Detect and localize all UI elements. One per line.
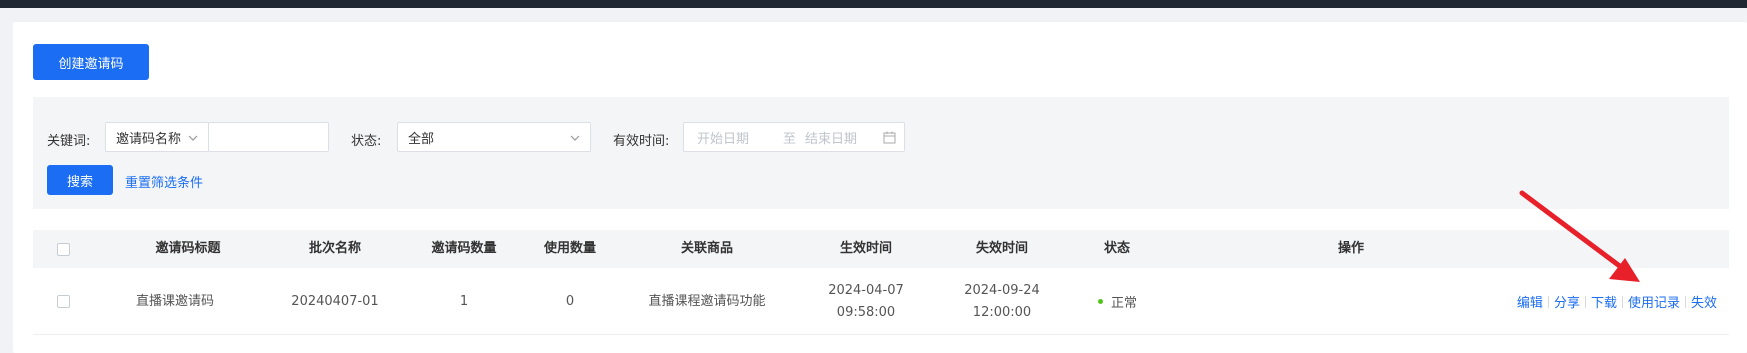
usage-records-action[interactable]: 使用记录	[1628, 292, 1680, 311]
valid-time-label: 有效时间:	[613, 134, 670, 149]
row-checkbox[interactable]	[57, 295, 70, 308]
keyword-input[interactable]	[208, 122, 329, 152]
table-header: 邀请码标题 批次名称 邀请码数量 使用数量 关联商品 生效时间 失效时间 状态 …	[33, 230, 1729, 268]
row-actions: 编辑 分享 下载 使用记录 失效	[1517, 268, 1717, 335]
date-range-picker[interactable]: 开始日期 至 结束日期	[683, 122, 905, 152]
column-header: 使用数量	[543, 241, 597, 256]
column-header: 生效时间	[839, 241, 893, 256]
invalidate-action[interactable]: 失效	[1691, 292, 1717, 311]
cell-title: 直播课邀请码	[135, 293, 215, 309]
keyword-type-value: 邀请码名称	[116, 131, 182, 147]
keyword-label: 关键词:	[47, 134, 91, 149]
status-dot-icon	[1098, 299, 1103, 304]
status-select-value: 全部	[408, 131, 435, 147]
table-row: 直播课邀请码 20240407-01 1 0 直播课程邀请码功能 2024-04…	[33, 268, 1729, 335]
select-all-checkbox[interactable]	[57, 243, 70, 256]
column-header: 状态	[1103, 241, 1131, 256]
keyword-type-select[interactable]: 邀请码名称	[105, 122, 209, 152]
top-bar	[0, 0, 1747, 8]
cell-batch: 20240407-01	[291, 293, 379, 309]
reset-filters-link[interactable]: 重置筛选条件	[125, 172, 203, 191]
status-label: 状态:	[351, 134, 382, 149]
end-date-placeholder[interactable]: 结束日期	[805, 128, 857, 147]
chevron-down-icon	[188, 135, 198, 141]
column-header: 操作	[1337, 241, 1365, 256]
divider	[1547, 295, 1549, 308]
edit-action[interactable]: 编辑	[1517, 292, 1543, 311]
column-header: 失效时间	[975, 241, 1029, 256]
divider	[1584, 295, 1586, 308]
cell-product: 直播课程邀请码功能	[648, 293, 766, 309]
status-badge: 正常	[1098, 268, 1137, 335]
column-header: 批次名称	[308, 241, 362, 256]
cell-end-time: 2024-09-24 12:00:00	[964, 282, 1040, 320]
main-card: 创建邀请码 关键词: 邀请码名称 状态: 全部 有效时间: 开始日期 至 结束日…	[13, 22, 1747, 353]
calendar-icon	[883, 131, 896, 144]
share-action[interactable]: 分享	[1554, 292, 1580, 311]
filter-panel: 关键词: 邀请码名称 状态: 全部 有效时间: 开始日期 至 结束日期 搜索 重…	[33, 97, 1729, 209]
column-header: 邀请码数量	[431, 241, 497, 256]
divider	[1684, 295, 1686, 308]
status-select[interactable]: 全部	[397, 122, 591, 152]
cell-count: 1	[459, 293, 469, 309]
divider	[1621, 295, 1623, 308]
chevron-down-icon	[570, 135, 580, 141]
create-invite-code-button[interactable]: 创建邀请码	[33, 44, 149, 80]
column-header: 关联商品	[680, 241, 734, 256]
search-button[interactable]: 搜索	[47, 165, 113, 195]
start-date-placeholder[interactable]: 开始日期	[697, 128, 749, 147]
download-action[interactable]: 下载	[1591, 292, 1617, 311]
range-separator: 至	[783, 131, 797, 147]
cell-used: 0	[565, 293, 575, 309]
column-header: 邀请码标题	[155, 241, 221, 256]
cell-start-time: 2024-04-07 09:58:00	[828, 282, 904, 320]
